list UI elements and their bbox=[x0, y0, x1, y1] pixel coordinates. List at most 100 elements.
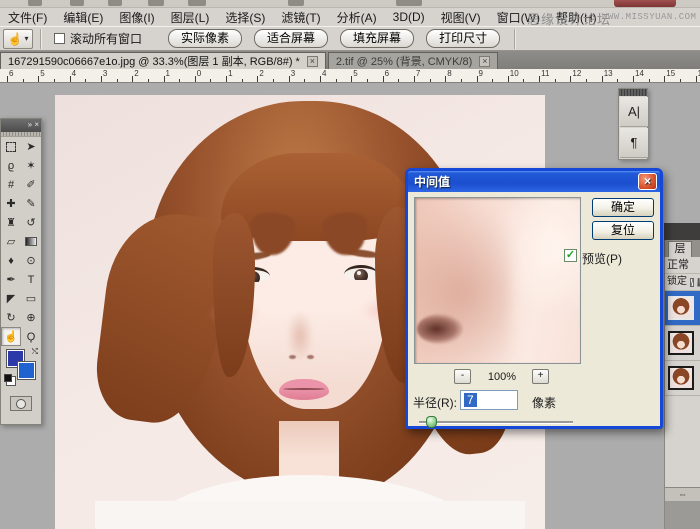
ruler-tick bbox=[664, 76, 665, 82]
document-tab-bar: 167291590c06667e1o.jpg @ 33.3%(图层 1 副本, … bbox=[0, 51, 700, 69]
watermark-site-url: WWW.MISSYUAN.COM bbox=[602, 12, 696, 22]
layer-thumbnail[interactable] bbox=[668, 366, 694, 390]
menu-view[interactable]: 视图(V) bbox=[433, 9, 489, 26]
lock-options-row[interactable]: 锁定 bbox=[665, 274, 700, 291]
slider-track bbox=[419, 421, 573, 423]
ruler-tick bbox=[210, 79, 211, 82]
menu-layer[interactable]: 图层(L) bbox=[163, 9, 218, 26]
print-size-button[interactable]: 打印尺寸 bbox=[426, 29, 500, 48]
tab-layers[interactable]: 层 bbox=[668, 241, 692, 257]
ruler-tick bbox=[461, 79, 462, 82]
radius-input[interactable]: 7 bbox=[460, 390, 518, 410]
brush-tool[interactable]: ✎ bbox=[21, 194, 41, 213]
quick-mask-button[interactable] bbox=[10, 396, 32, 411]
eyedropper-tool[interactable]: ✐ bbox=[21, 175, 41, 194]
ruler-tick bbox=[367, 79, 368, 82]
3d-orbit-tool[interactable]: ⊕ bbox=[21, 308, 41, 327]
close-icon[interactable]: × bbox=[307, 56, 318, 67]
close-icon[interactable]: × bbox=[479, 56, 490, 67]
fit-screen-button[interactable]: 适合屏幕 bbox=[254, 29, 328, 48]
panel-dock-header bbox=[664, 223, 700, 240]
zoom-tool[interactable]: Ϙ bbox=[21, 327, 41, 346]
ok-button[interactable]: 确定 bbox=[592, 198, 654, 217]
ruler-tick bbox=[336, 79, 337, 82]
menu-analysis[interactable]: 分析(A) bbox=[329, 9, 385, 26]
ruler-label: 9 bbox=[479, 69, 483, 78]
ruler-tick bbox=[85, 79, 86, 82]
character-panel-button[interactable]: A| bbox=[620, 97, 648, 127]
hand-tool-preset-button[interactable]: ☝ ▾ bbox=[3, 29, 33, 49]
document-tab-active[interactable]: 167291590c06667e1o.jpg @ 33.3%(图层 1 副本, … bbox=[0, 52, 326, 69]
reset-button[interactable]: 复位 bbox=[592, 221, 654, 240]
blend-mode-select[interactable]: 正常 bbox=[665, 257, 700, 274]
layer-thumbnail[interactable] bbox=[668, 331, 694, 355]
preview-checkbox[interactable]: ✓ bbox=[564, 249, 577, 262]
zoom-in-button[interactable]: + bbox=[532, 369, 549, 384]
link-layers-icon[interactable]: ⇔ bbox=[678, 489, 687, 499]
menu-file[interactable]: 文件(F) bbox=[0, 9, 55, 26]
healing-brush-tool[interactable]: ✚ bbox=[1, 194, 21, 213]
menu-image[interactable]: 图像(I) bbox=[111, 9, 162, 26]
paragraph-panel-button[interactable]: ¶ bbox=[620, 128, 648, 158]
scroll-all-windows-checkbox[interactable] bbox=[54, 33, 65, 44]
rectangular-marquee-tool[interactable] bbox=[1, 137, 21, 156]
actual-pixels-button[interactable]: 实际像素 bbox=[168, 29, 242, 48]
ruler-label: 3 bbox=[291, 69, 295, 78]
shape-tool[interactable]: ▭ bbox=[21, 289, 41, 308]
ruler-tick bbox=[633, 76, 634, 82]
clone-stamp-tool[interactable]: ♜ bbox=[1, 213, 21, 232]
dodge-tool[interactable]: ⊙ bbox=[21, 251, 41, 270]
hand-tool[interactable]: ☝ bbox=[1, 327, 21, 346]
chevron-down-icon: ▾ bbox=[24, 34, 28, 43]
zoom-out-button[interactable]: - bbox=[454, 369, 471, 384]
ruler-label: 7 bbox=[416, 69, 420, 78]
default-colors-icon[interactable] bbox=[4, 374, 12, 382]
ruler-tick bbox=[539, 76, 540, 82]
menu-edit[interactable]: 编辑(E) bbox=[55, 9, 111, 26]
menu-3d[interactable]: 3D(D) bbox=[385, 10, 433, 24]
background-color-swatch[interactable] bbox=[17, 361, 36, 380]
blur-tool[interactable]: ♦ bbox=[1, 251, 21, 270]
collapse-icon[interactable]: » bbox=[28, 120, 32, 129]
document-tab-inactive[interactable]: 2.tif @ 25% (背景, CMYK/8) × bbox=[328, 52, 498, 69]
workspace-button[interactable] bbox=[614, 0, 676, 7]
ruler-tick bbox=[257, 76, 258, 82]
move-tool[interactable]: ➤ bbox=[21, 137, 41, 156]
layer-row[interactable] bbox=[665, 326, 700, 361]
magic-wand-tool[interactable]: ✶ bbox=[21, 156, 41, 175]
type-tool[interactable]: T bbox=[21, 270, 41, 289]
dialog-title-bar[interactable]: 中间值 × bbox=[408, 171, 660, 192]
layer-thumbnail[interactable] bbox=[668, 296, 694, 320]
lasso-tool[interactable]: ϱ bbox=[1, 156, 21, 175]
filter-preview[interactable] bbox=[414, 197, 581, 364]
radius-slider[interactable] bbox=[419, 416, 573, 428]
pen-tool[interactable]: ✒ bbox=[1, 270, 21, 289]
close-icon[interactable]: × bbox=[34, 120, 39, 129]
path-selection-tool[interactable]: ◤ bbox=[1, 289, 21, 308]
3d-rotate-tool[interactable]: ↻ bbox=[1, 308, 21, 327]
layer-row[interactable] bbox=[665, 361, 700, 396]
fill-screen-button[interactable]: 填充屏幕 bbox=[340, 29, 414, 48]
portrait-nose bbox=[289, 355, 296, 359]
layer-row[interactable] bbox=[665, 291, 700, 326]
tools-palette-header[interactable]: » × bbox=[1, 119, 41, 132]
ruler-label: 13 bbox=[604, 69, 613, 78]
preview-nostril bbox=[417, 314, 463, 344]
crop-tool[interactable]: # bbox=[1, 175, 21, 194]
gradient-tool[interactable] bbox=[21, 232, 41, 251]
menu-select[interactable]: 选择(S) bbox=[217, 9, 273, 26]
menu-filter[interactable]: 滤镜(T) bbox=[273, 9, 328, 26]
radius-label: 半径(R): bbox=[413, 394, 457, 411]
ruler-tick bbox=[179, 79, 180, 82]
lock-transparency-icon[interactable] bbox=[690, 278, 694, 287]
ruler-label: 5 bbox=[40, 69, 44, 78]
tool-grid: ➤ϱ✶#✐✚✎♜↺▱♦⊙✒T◤▭↻⊕☝Ϙ bbox=[1, 137, 43, 346]
ruler-tick bbox=[477, 76, 478, 82]
close-icon[interactable]: × bbox=[638, 173, 657, 190]
swap-colors-icon[interactable]: ⤭ bbox=[32, 347, 38, 357]
slider-thumb[interactable] bbox=[426, 416, 437, 428]
eraser-tool[interactable]: ▱ bbox=[1, 232, 21, 251]
history-brush-tool[interactable]: ↺ bbox=[21, 213, 41, 232]
portrait-lips bbox=[279, 379, 329, 400]
ruler-tick bbox=[132, 76, 133, 82]
